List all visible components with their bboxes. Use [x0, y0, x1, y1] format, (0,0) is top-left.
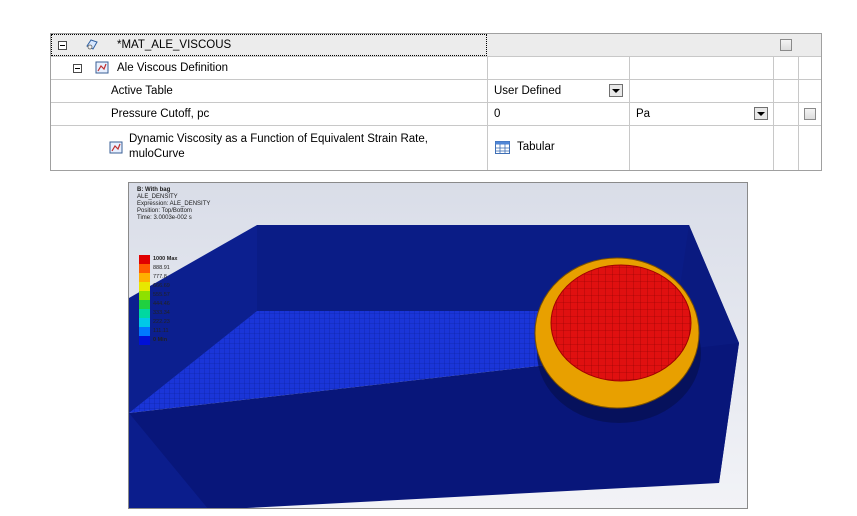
unit-dropdown-icon[interactable] — [754, 107, 768, 120]
property-row-dynamic-viscosity[interactable]: Dynamic Viscosity as a Function of Equiv… — [51, 126, 821, 171]
viewer-time: Time: 3.0003e-002 s — [137, 215, 192, 221]
legend-label: 777.8 — [153, 274, 167, 280]
property-row-pressure-cutoff[interactable]: Pressure Cutoff, pc 0 Pa — [51, 103, 821, 126]
collapse-toggle-icon[interactable] — [73, 64, 82, 73]
pressure-cutoff-label: Pressure Cutoff, pc — [111, 108, 210, 120]
collapse-toggle-icon[interactable] — [58, 41, 67, 50]
legend-label: 333.34 — [153, 310, 170, 316]
property-row-active-table[interactable]: Active Table User Defined — [51, 80, 821, 103]
property-grid: *MAT_ALE_VISCOUS Ale Viscous Definition … — [50, 33, 822, 171]
legend-swatch — [139, 291, 150, 300]
legend-swatch — [139, 264, 150, 273]
legend-label: 888.91 — [153, 265, 170, 271]
legend-label: 222.23 — [153, 319, 170, 325]
legend-swatch — [139, 309, 150, 318]
parameter-checkbox[interactable] — [804, 108, 816, 120]
legend-swatch — [139, 300, 150, 309]
legend-label: 444.46 — [153, 301, 170, 307]
legend-swatch — [139, 273, 150, 282]
mat-ale-viscous-label: *MAT_ALE_VISCOUS — [117, 39, 232, 51]
legend-label: 0 Min — [153, 337, 168, 343]
dynamic-viscosity-label-line2: muloCurve — [129, 148, 185, 160]
ale-viscous-definition-label: Ale Viscous Definition — [117, 62, 229, 74]
legend-label: 555.57 — [153, 292, 170, 298]
viewer-result-name: ALE_DENSITY — [137, 194, 178, 200]
pressure-unit-value[interactable]: Pa — [636, 108, 650, 120]
dynamic-viscosity-label: Dynamic Viscosity as a Function of Equiv… — [129, 133, 428, 145]
dynamic-viscosity-value[interactable]: Tabular — [517, 141, 555, 153]
curve-icon — [109, 141, 123, 154]
viewer-title: B: With bag — [137, 187, 171, 193]
viewer-expression: Expression: ALE_DENSITY — [137, 201, 211, 207]
legend-swatch — [139, 282, 150, 291]
viewer-position: Position: Top/Bottom — [137, 208, 192, 214]
legend-swatch — [139, 327, 150, 336]
tree-row-ale-viscous-definition[interactable]: Ale Viscous Definition — [51, 57, 821, 80]
active-table-label: Active Table — [111, 85, 173, 97]
result-viewer[interactable]: B: With bag ALE_DENSITY Expression: ALE_… — [128, 182, 748, 509]
legend-label: 1000 Max — [153, 256, 178, 262]
tabular-icon — [495, 141, 510, 154]
model-view[interactable] — [129, 183, 748, 509]
active-table-dropdown-icon[interactable] — [609, 84, 623, 97]
pressure-cutoff-value[interactable]: 0 — [494, 108, 500, 120]
legend-label: 111.11 — [153, 328, 169, 334]
legend-label: 666.69 — [153, 283, 170, 289]
active-table-value[interactable]: User Defined — [494, 85, 561, 97]
bag-core — [550, 264, 692, 382]
tree-row-mat-ale-viscous[interactable]: *MAT_ALE_VISCOUS — [51, 34, 821, 57]
legend-swatch — [139, 318, 150, 327]
legend-swatch — [139, 255, 150, 264]
legend-swatch — [139, 336, 150, 345]
material-icon — [86, 39, 98, 50]
row-checkbox[interactable] — [780, 39, 792, 51]
definition-icon — [95, 61, 109, 74]
